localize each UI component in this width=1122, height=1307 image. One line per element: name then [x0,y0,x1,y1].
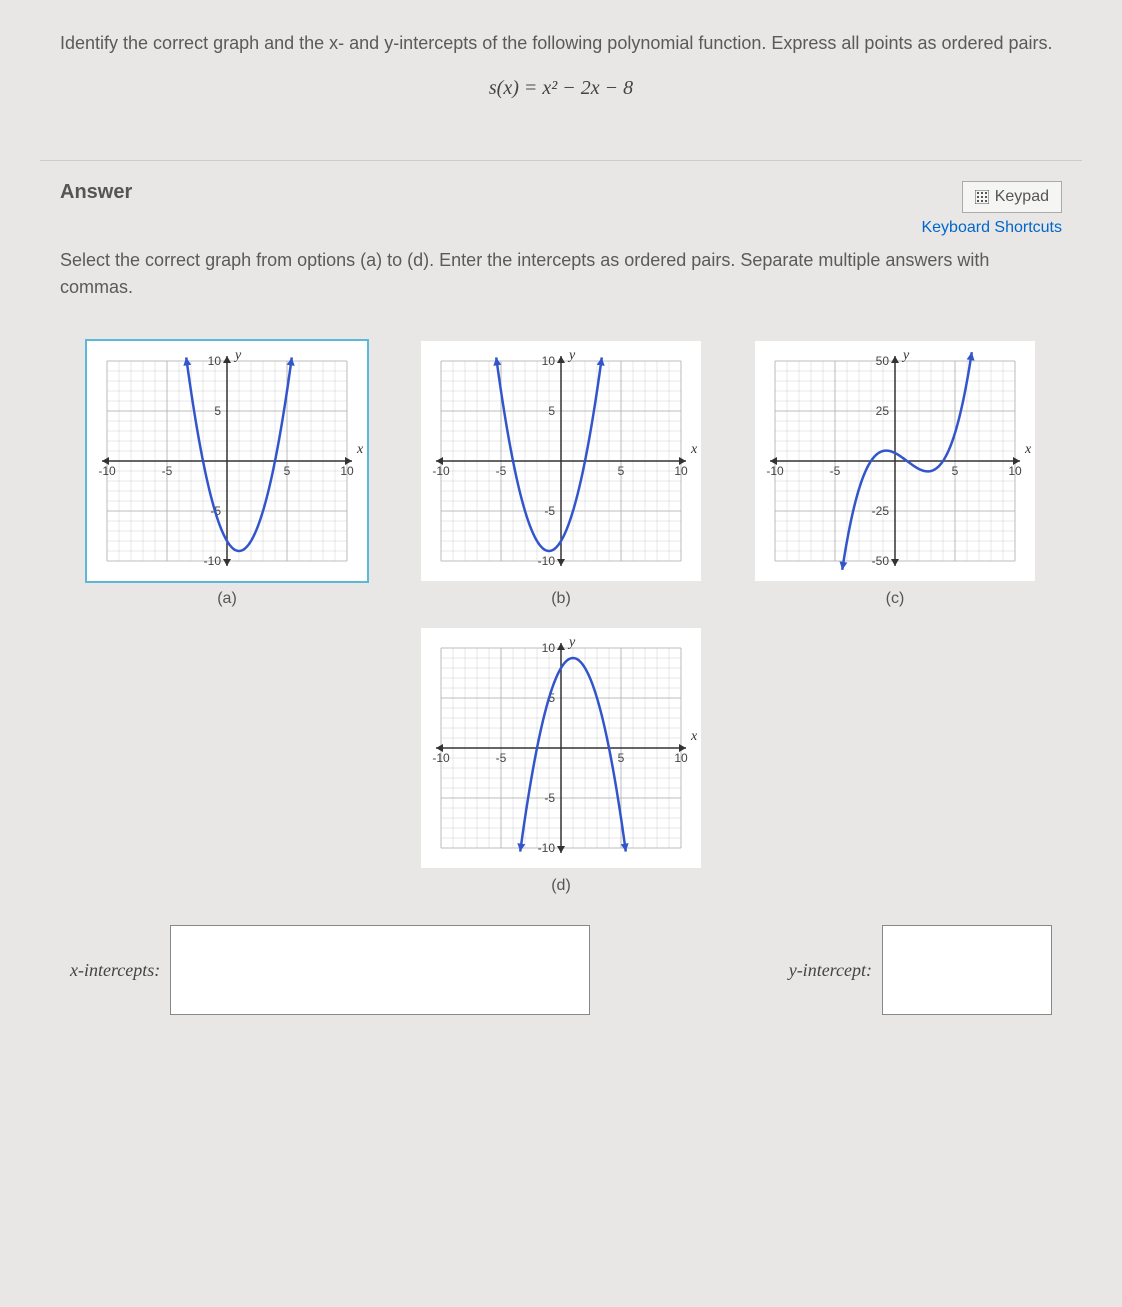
svg-text:-5: -5 [162,464,173,478]
y-intercept-input[interactable] [882,925,1052,1015]
svg-text:x: x [690,442,698,457]
svg-text:-10: -10 [432,464,450,478]
svg-text:-5: -5 [496,464,507,478]
svg-text:x: x [690,729,698,744]
svg-text:-25: -25 [872,504,890,518]
svg-text:10: 10 [674,751,688,765]
svg-text:5: 5 [284,464,291,478]
svg-text:50: 50 [876,354,890,368]
svg-text:10: 10 [1008,464,1022,478]
keypad-button[interactable]: Keypad [962,181,1062,213]
svg-text:10: 10 [208,354,222,368]
svg-text:y: y [901,348,910,363]
svg-text:-10: -10 [538,841,556,855]
keypad-area: Keypad Keyboard Shortcuts [921,181,1062,237]
svg-text:-10: -10 [538,554,556,568]
svg-text:-5: -5 [496,751,507,765]
svg-text:10: 10 [674,464,688,478]
svg-text:5: 5 [618,464,625,478]
svg-text:5: 5 [952,464,959,478]
keyboard-shortcuts-link[interactable]: Keyboard Shortcuts [921,219,1062,237]
answer-section: Answer Keypad Keyboard Shortcuts Select … [40,161,1082,1035]
graph-option-a[interactable]: -10-5510-10-5510xy (a) [87,341,367,608]
answer-header: Answer Keypad Keyboard Shortcuts [60,181,1062,237]
keypad-icon [975,190,989,204]
question-block: Identify the correct graph and the x- an… [40,20,1082,130]
svg-text:-50: -50 [872,554,890,568]
answer-title: Answer [60,181,132,204]
inputs-row: x-intercepts: y-intercept: [60,925,1062,1015]
svg-text:10: 10 [542,641,556,655]
graphs-row-top: -10-5510-10-5510xy (a) -10-5510-10-5510x… [60,341,1062,608]
graph-b-svg: -10-5510-10-5510xy [421,341,701,581]
svg-text:10: 10 [340,464,354,478]
graph-d-label: (d) [421,877,701,895]
graph-option-d[interactable]: -10-5510-10-5510xy (d) [421,628,701,895]
graph-a-label: (a) [87,590,367,608]
svg-text:-5: -5 [544,791,555,805]
x-intercepts-input[interactable] [170,925,590,1015]
svg-text:y: y [567,635,576,650]
svg-text:x: x [356,442,364,457]
svg-text:-5: -5 [830,464,841,478]
x-intercepts-label: x-intercepts: [70,960,160,981]
svg-text:-5: -5 [544,504,555,518]
y-intercept-group: y-intercept: [789,925,1052,1015]
question-text: Identify the correct graph and the x- an… [60,30,1062,57]
y-intercept-label: y-intercept: [789,960,872,981]
svg-text:10: 10 [542,354,556,368]
question-formula: s(x) = x² − 2x − 8 [60,77,1062,100]
svg-text:5: 5 [548,404,555,418]
graphs-row-bottom: -10-5510-10-5510xy (d) [60,628,1062,895]
svg-text:-10: -10 [204,554,222,568]
svg-text:5: 5 [214,404,221,418]
svg-text:y: y [567,348,576,363]
graph-b-label: (b) [421,590,701,608]
graph-option-c[interactable]: -10 -5 5 10 -50 -25 25 50 x y (c) [755,341,1035,608]
svg-text:-10: -10 [432,751,450,765]
svg-text:-10: -10 [766,464,784,478]
svg-text:25: 25 [876,404,890,418]
svg-text:-10: -10 [98,464,116,478]
graph-c-label: (c) [755,590,1035,608]
graph-a-svg: -10-5510-10-5510xy [87,341,367,581]
x-intercepts-group: x-intercepts: [70,925,590,1015]
graph-option-b[interactable]: -10-5510-10-5510xy (b) [421,341,701,608]
graph-d-svg: -10-5510-10-5510xy [421,628,701,868]
keypad-label: Keypad [995,188,1049,206]
svg-text:x: x [1024,442,1032,457]
svg-text:y: y [233,348,242,363]
answer-instructions: Select the correct graph from options (a… [60,247,1062,301]
graph-c-svg: -10 -5 5 10 -50 -25 25 50 x y [755,341,1035,581]
svg-text:5: 5 [618,751,625,765]
